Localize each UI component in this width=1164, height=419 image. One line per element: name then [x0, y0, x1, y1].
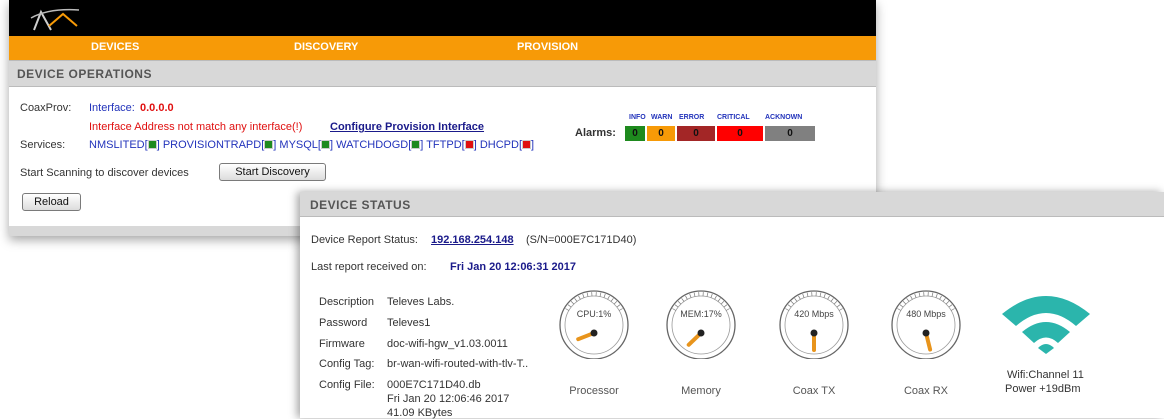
service-mysql: MYSQL[] [279, 139, 333, 151]
memory-gauge-dial [663, 287, 739, 359]
device-operations-header: DEVICE OPERATIONS [9, 60, 876, 87]
service-tftpd: TFTPD[] [426, 139, 477, 151]
service-status-red-icon [465, 140, 474, 149]
menu-provision[interactable]: PROVISION [517, 41, 578, 53]
processor-gauge: CPU:1% [556, 287, 632, 359]
report-status-label: Device Report Status: [311, 234, 418, 246]
wifi-channel: Wifi:Channel 11 [1007, 369, 1084, 381]
description-label: Description [319, 296, 374, 308]
services-list: NMSLITED[] PROVISIONTRAPD[] MYSQL[] WATC… [89, 139, 534, 151]
config-file-size: 41.09 KBytes [387, 407, 452, 419]
config-file-name: 000E7C171D40.db [387, 379, 481, 391]
processor-gauge-dial [556, 287, 632, 359]
last-report-label: Last report received on: [311, 261, 427, 273]
interface-value: 0.0.0.0 [140, 102, 174, 114]
service-provisiontrapd: PROVISIONTRAPD[] [163, 139, 277, 151]
coax-tx-gauge-dial [776, 287, 852, 359]
config-file-label: Config File: [319, 379, 375, 391]
alarm-count-acknown: 0 [765, 126, 815, 141]
alarm-header-acknown: ACKNOWN [765, 114, 802, 121]
firmware-value: doc-wifi-hgw_v1.03.0011 [387, 338, 508, 350]
service-status-green-icon [148, 140, 157, 149]
alarm-count-critical: 0 [717, 126, 763, 141]
service-watchdogd: WATCHDOGD[] [336, 139, 423, 151]
config-file-date: Fri Jan 20 12:06:46 2017 [387, 393, 509, 405]
service-status-green-icon [411, 140, 420, 149]
alarm-header-info: INFO [629, 114, 646, 121]
coax-tx-label: Coax TX [769, 385, 859, 397]
alarm-count-warn: 0 [647, 126, 675, 141]
service-dhcpd: DHCPD[] [480, 139, 534, 151]
main-menu: DEVICES DISCOVERY PROVISION [9, 36, 876, 60]
alarms-label: Alarms: [575, 127, 616, 139]
menu-discovery[interactable]: DISCOVERY [294, 41, 358, 53]
coax-tx-reading: 420 Mbps [776, 309, 852, 319]
interface-warning: Interface Address not match any interfac… [89, 121, 302, 133]
report-ip-link[interactable]: 192.168.254.148 [431, 234, 514, 246]
service-status-green-icon [264, 140, 273, 149]
coax-rx-label: Coax RX [881, 385, 971, 397]
last-report-value: Fri Jan 20 12:06:31 2017 [450, 261, 576, 273]
alarm-header-warn: WARN [651, 114, 672, 121]
password-value: Televes1 [387, 317, 430, 329]
service-status-red-icon [522, 140, 531, 149]
processor-reading: CPU:1% [556, 309, 632, 319]
reload-button[interactable]: Reload [22, 193, 81, 211]
coaxprov-label: CoaxProv: [20, 102, 71, 114]
coax-rx-reading: 480 Mbps [888, 309, 964, 319]
configure-provision-interface-link[interactable]: Configure Provision Interface [330, 121, 484, 133]
top-bar [9, 0, 876, 36]
coax-rx-gauge-dial [888, 287, 964, 359]
menu-devices[interactable]: DEVICES [91, 41, 139, 53]
scan-label: Start Scanning to discover devices [20, 167, 189, 179]
memory-reading: MEM:17% [663, 309, 739, 319]
config-tag-value: br-wan-wifi-routed-with-tlv-T.. [387, 358, 528, 370]
device-status-window: DEVICE STATUS Device Report Status: 192.… [300, 192, 1164, 418]
service-nmslited: NMSLITED[] [89, 139, 160, 151]
interface-label: Interface: [89, 102, 135, 114]
alarm-count-info: 0 [625, 126, 645, 141]
description-value: Televes Labs. [387, 296, 454, 308]
memory-label: Memory [656, 385, 746, 397]
coax-rx-gauge: 480 Mbps [888, 287, 964, 359]
start-discovery-button[interactable]: Start Discovery [219, 163, 326, 181]
password-label: Password [319, 317, 367, 329]
device-status-header: DEVICE STATUS [300, 192, 1164, 217]
processor-label: Processor [549, 385, 639, 397]
alarm-header-critical: CRITICAL [717, 114, 750, 121]
config-tag-label: Config Tag: [319, 358, 374, 370]
coax-tx-gauge: 420 Mbps [776, 287, 852, 359]
brand-logo [29, 4, 89, 32]
device-operations-title: DEVICE OPERATIONS [17, 67, 152, 81]
wifi-power: Power +19dBm [1005, 383, 1081, 395]
services-label: Services: [20, 139, 65, 151]
device-status-title: DEVICE STATUS [310, 198, 411, 212]
service-status-green-icon [321, 140, 330, 149]
wifi-icon [996, 292, 1096, 354]
firmware-label: Firmware [319, 338, 365, 350]
alarm-header-error: ERROR [679, 114, 704, 121]
report-serial: (S/N=000E7C171D40) [526, 234, 636, 246]
memory-gauge: MEM:17% [663, 287, 739, 359]
alarm-count-error: 0 [677, 126, 715, 141]
